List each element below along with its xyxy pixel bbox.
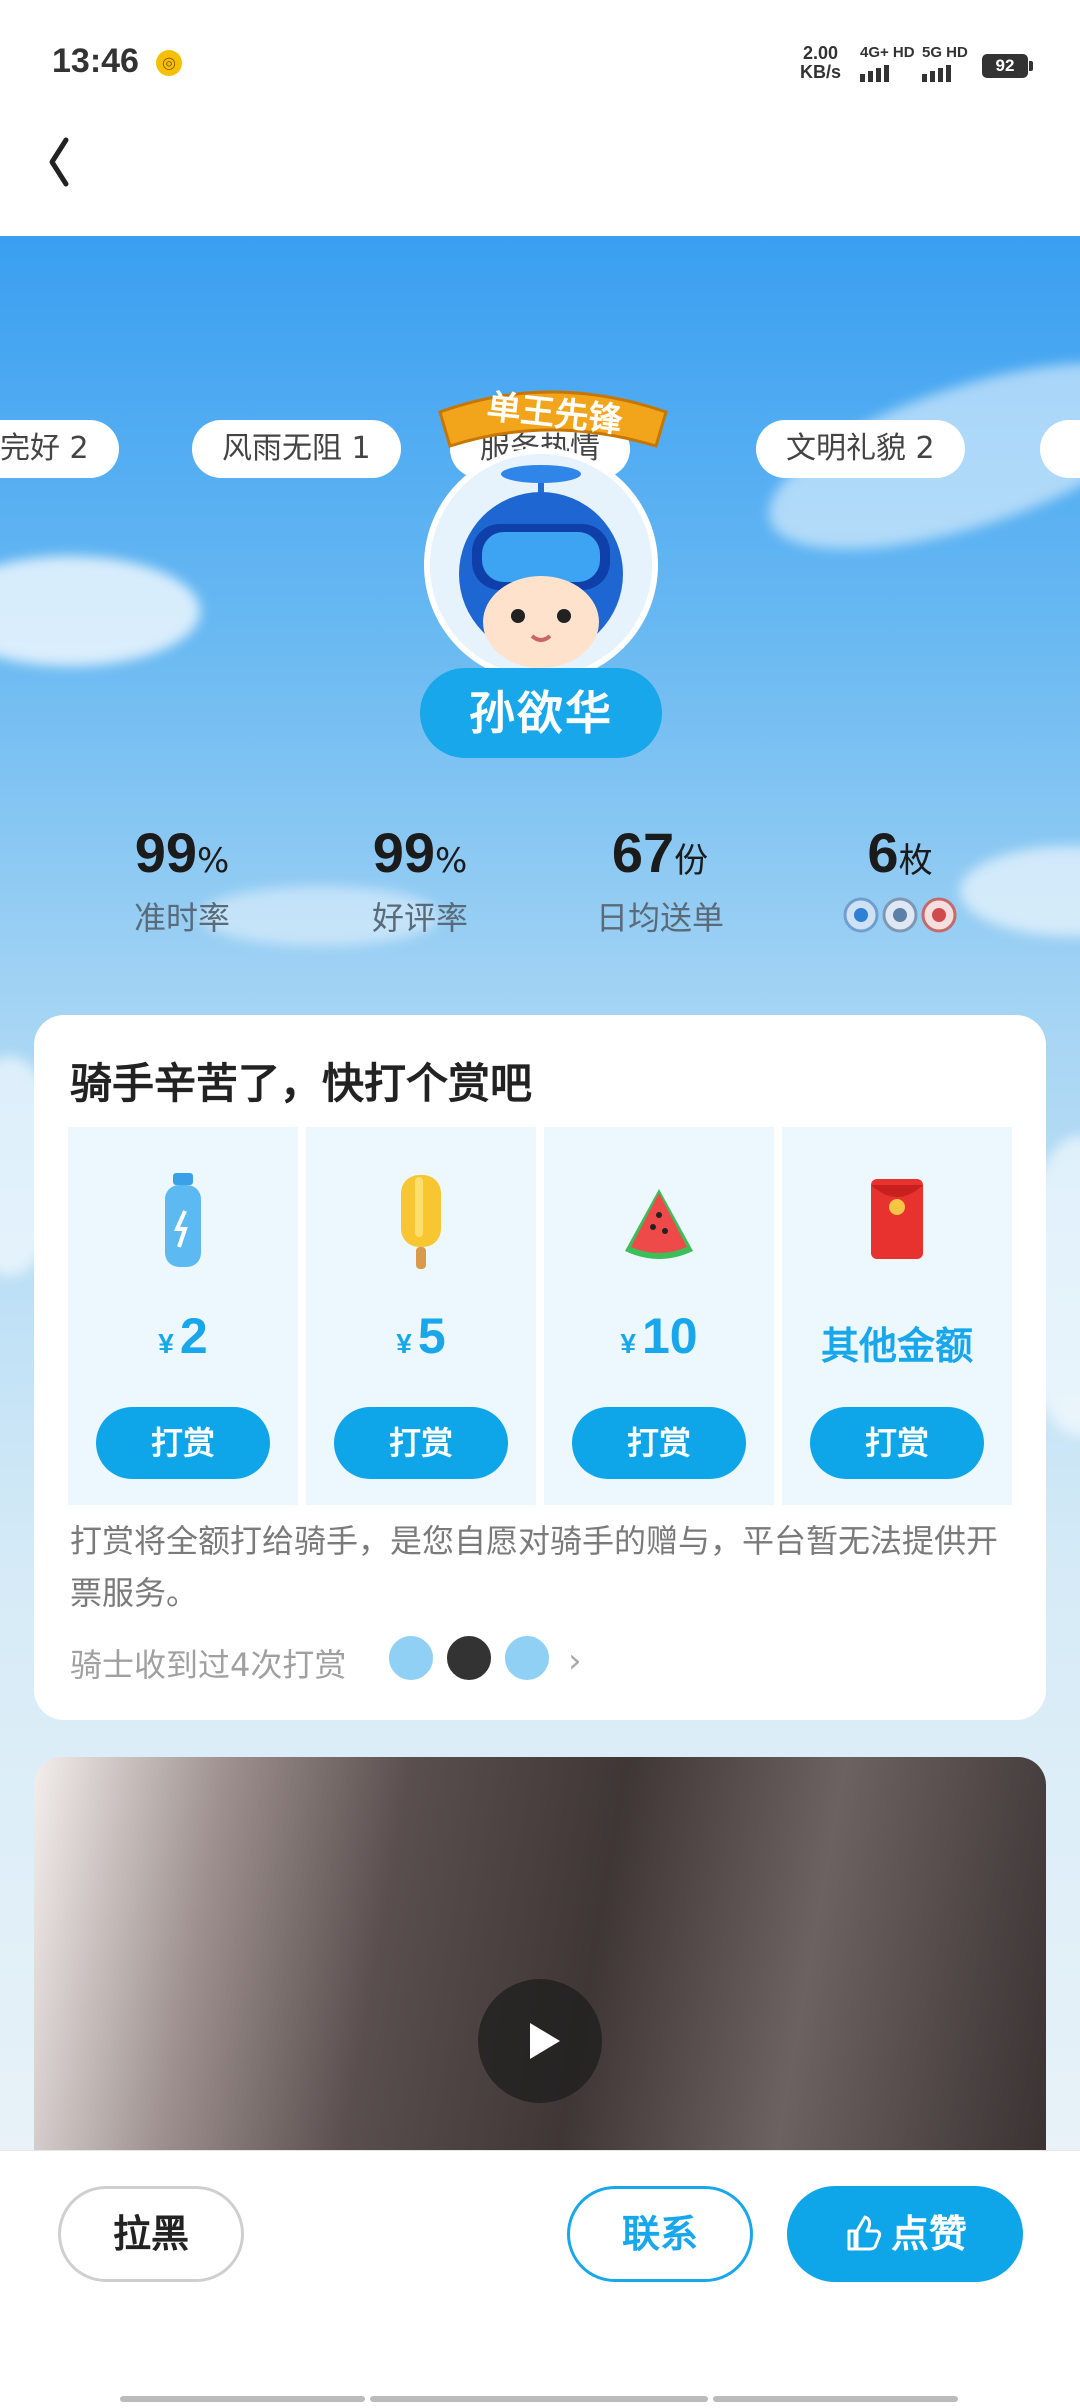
net-speed-value: 2.00 (802, 43, 839, 63)
tipper-avatar (444, 1633, 494, 1683)
watermelon-icon (625, 1189, 693, 1259)
rating-tag: 完好 2 (0, 420, 119, 478)
rank-badge: 单王先锋 (430, 372, 676, 460)
medal-icon (882, 897, 918, 933)
tip-option-other[interactable]: 其他金额 打赏 (782, 1127, 1012, 1505)
tip-amount: ¥2 (68, 1307, 298, 1365)
bottom-action-bar: 拉黑 联系 点赞 (0, 2150, 1080, 2408)
tip-disclaimer: 打赏将全额打给骑手，是您自愿对骑手的赠与，平台暂无法提供开票服务。 (70, 1522, 999, 1612)
nav-indicator (120, 2396, 365, 2402)
status-bar: 13:46 ◎ 2.00 KB/s 4G+ HD 5G HD 92 (0, 0, 1080, 125)
stat-value: 99 (372, 821, 435, 884)
stat-label: 好评率 (371, 899, 468, 937)
play-icon (530, 2023, 560, 2059)
stat-label: 日均送单 (595, 899, 724, 937)
block-button[interactable]: 拉黑 (58, 2186, 244, 2282)
tip-amount-value: 2 (179, 1308, 208, 1364)
currency-symbol: ¥ (620, 1328, 636, 1359)
tip-button[interactable]: 打赏 (810, 1407, 984, 1479)
tip-amount-value: 10 (641, 1308, 698, 1364)
tip-button[interactable]: 打赏 (96, 1407, 270, 1479)
signal-5g-label: 5G HD (922, 44, 968, 61)
tipper-avatar (502, 1633, 552, 1683)
water-bottle-icon (165, 1173, 201, 1267)
rating-tag-overflow (1040, 420, 1080, 478)
rider-avatar-icon (430, 454, 652, 676)
tip-title: 骑手辛苦了，快打个赏吧 (70, 1059, 533, 1108)
stat-unit: % (196, 841, 230, 881)
tip-button[interactable]: 打赏 (334, 1407, 508, 1479)
rider-avatar (424, 448, 658, 682)
tip-option-5[interactable]: ¥5 打赏 (306, 1127, 536, 1505)
tip-card: 骑手辛苦了，快打个赏吧 ¥2 打赏 ¥5 打赏 ¥10 打赏 其他金额 打赏 打… (34, 1015, 1046, 1720)
tip-received-count[interactable]: 骑士收到过4次打赏 (70, 1640, 346, 1686)
medal-icon (843, 897, 879, 933)
coin-notification-icon: ◎ (156, 50, 182, 76)
stat-medals[interactable]: 6枚 (790, 820, 1010, 935)
status-time: 13:46 (52, 42, 139, 80)
thumbs-up-icon (847, 2215, 882, 2251)
stat-daily-orders: 67份 日均送单 (550, 820, 770, 939)
tip-amount: ¥5 (306, 1307, 536, 1365)
play-button[interactable] (478, 1979, 602, 2103)
currency-symbol: ¥ (396, 1328, 412, 1359)
tip-amount: ¥10 (544, 1307, 774, 1365)
signal-5g-icon: 5G HD (922, 44, 968, 82)
net-speed-unit: KB/s (800, 62, 842, 82)
chevron-right-icon[interactable]: › (568, 1641, 582, 1681)
medal-icons (790, 895, 1010, 935)
stat-value: 67 (611, 821, 675, 884)
nav-indicator (713, 2396, 958, 2402)
like-button[interactable]: 点赞 (787, 2186, 1023, 2282)
contact-button[interactable]: 联系 (567, 2186, 753, 2282)
medal-icon (921, 897, 957, 933)
tip-button[interactable]: 打赏 (572, 1407, 746, 1479)
nav-indicator (370, 2396, 708, 2402)
stat-label: 准时率 (133, 899, 230, 937)
signal-4g-icon: 4G+ HD (860, 44, 915, 82)
stat-value: 99 (134, 821, 197, 884)
tip-amount-other: 其他金额 (820, 1324, 973, 1368)
stat-unit: 枚 (898, 841, 933, 881)
tip-amount-value: 5 (417, 1308, 446, 1364)
rider-name: 孙欲华 (420, 668, 662, 758)
chevron-left-icon (49, 137, 69, 187)
rating-tag: 文明礼貌 2 (756, 420, 965, 478)
signal-4g-label: 4G+ HD (860, 44, 915, 61)
stat-good-rating: 99% 好评率 (310, 820, 530, 939)
cloud-decoration (0, 556, 200, 666)
tipper-avatar (386, 1633, 436, 1683)
stat-value: 6 (867, 821, 899, 884)
red-envelope-icon (871, 1179, 923, 1259)
back-button[interactable] (40, 128, 110, 198)
rider-video[interactable] (34, 1757, 1046, 2157)
tip-option-10[interactable]: ¥10 打赏 (544, 1127, 774, 1505)
rating-tag: 风雨无阻 1 (192, 420, 401, 478)
like-label: 点赞 (890, 2212, 967, 2256)
stat-unit: % (434, 841, 468, 881)
stat-on-time: 99% 准时率 (72, 820, 292, 939)
battery-icon: 92 (982, 54, 1033, 78)
tip-option-2[interactable]: ¥2 打赏 (68, 1127, 298, 1505)
currency-symbol: ¥ (158, 1328, 174, 1359)
popsicle-icon (401, 1175, 441, 1269)
stat-unit: 份 (674, 841, 709, 881)
net-speed: 2.00 KB/s (800, 44, 841, 82)
